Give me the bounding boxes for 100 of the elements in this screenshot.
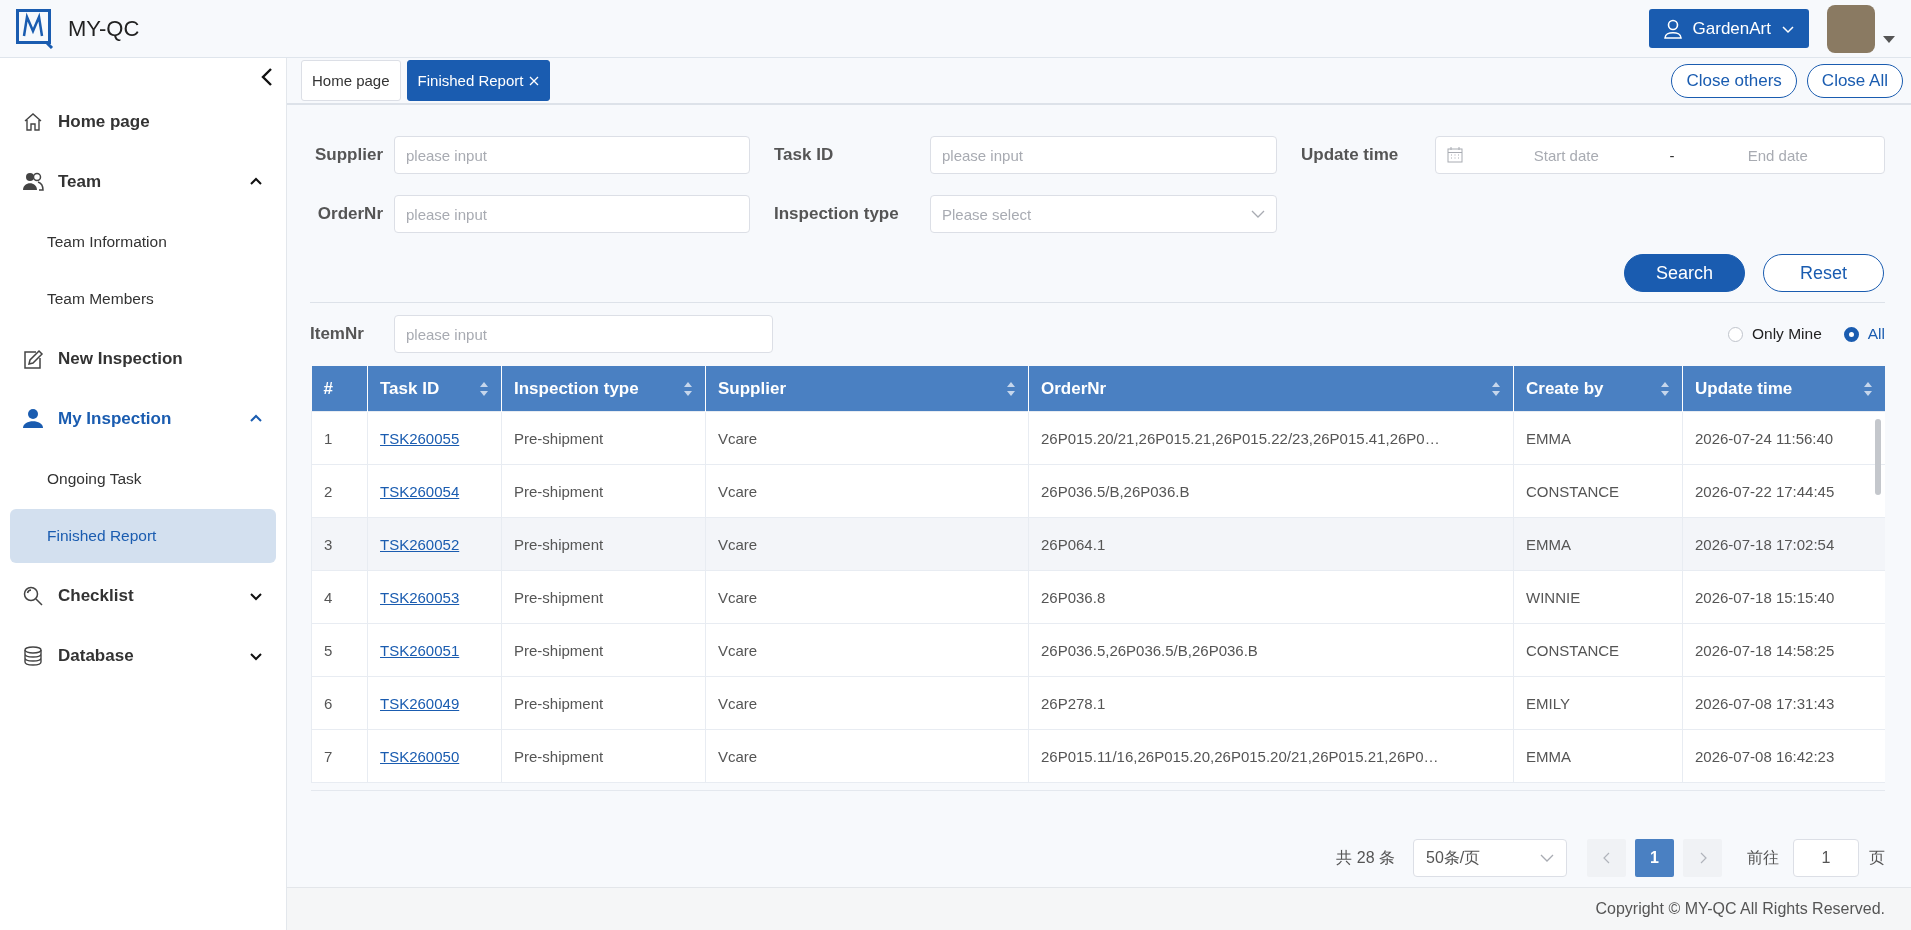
field-label: Supplier bbox=[315, 145, 383, 165]
table-cell: Pre-shipment bbox=[501, 676, 706, 730]
table-row[interactable]: 7 TSK260050 Pre-shipment Vcare 26P015.11/16,26P015.20,26P015.20/21,26P015.21,26P0… EMMA 2026-07-08 16:42:23 bbox=[311, 729, 1885, 783]
table-cell: 1 bbox=[311, 411, 368, 465]
input-field[interactable]: please input bbox=[394, 136, 750, 174]
task-link[interactable]: TSK260050 bbox=[380, 747, 460, 765]
table-cell: 5 bbox=[311, 623, 368, 677]
tab[interactable]: Home page bbox=[301, 60, 401, 101]
table-cell: 2 bbox=[311, 464, 368, 518]
table-row[interactable]: 1 TSK260055 Pre-shipment Vcare 26P015.20/21,26P015.21,26P015.22/23,26P015.41,26P0… EMMA 2026-07-24 11:56:40 bbox=[311, 411, 1885, 465]
table-cell: Pre-shipment bbox=[501, 411, 706, 465]
table-cell: 26P015.11/16,26P015.20,26P015.20/21,26P015.21,26P0… bbox=[1028, 729, 1514, 783]
table-cell: 7 bbox=[311, 729, 368, 783]
column-header[interactable]: Inspection type bbox=[501, 366, 706, 412]
database-icon bbox=[22, 645, 44, 667]
home-icon bbox=[22, 111, 44, 133]
people-icon bbox=[22, 171, 44, 193]
input-field[interactable]: please input bbox=[394, 315, 773, 353]
sort-icon bbox=[1863, 380, 1873, 397]
column-header[interactable]: Update time bbox=[1682, 366, 1885, 412]
table-cell: 26P278.1 bbox=[1028, 676, 1514, 730]
table-cell: 4 bbox=[311, 570, 368, 624]
table-cell: 2026-07-24 11:56:40 bbox=[1682, 411, 1885, 465]
reset-button[interactable]: Reset bbox=[1763, 254, 1884, 292]
field-label: Inspection type bbox=[774, 204, 899, 224]
page-button[interactable]: 1 bbox=[1635, 839, 1674, 877]
tab-action-button[interactable]: Close All bbox=[1806, 63, 1903, 98]
search-button[interactable]: Search bbox=[1624, 254, 1745, 292]
page-size-select[interactable]: 50条/页 bbox=[1413, 839, 1567, 877]
sidebar-item[interactable]: My Inspection bbox=[10, 389, 276, 449]
sidebar-subitem[interactable]: Finished Report bbox=[10, 509, 276, 563]
sidebar-item[interactable]: Checklist bbox=[10, 566, 276, 626]
table-cell: CONSTANCE bbox=[1513, 464, 1683, 518]
column-header[interactable]: Task ID bbox=[367, 366, 502, 412]
goto-label: 前往 bbox=[1747, 847, 1779, 868]
table-cell: Pre-shipment bbox=[501, 729, 706, 783]
task-link[interactable]: TSK260052 bbox=[380, 535, 460, 553]
sidebar-item[interactable]: New Inspection bbox=[10, 329, 276, 389]
column-header: # bbox=[311, 366, 368, 412]
table-cell: WINNIE bbox=[1513, 570, 1683, 624]
field-label: Task ID bbox=[774, 145, 834, 165]
column-header[interactable]: Supplier bbox=[705, 366, 1029, 412]
avatar-photo-placeholder[interactable] bbox=[1827, 4, 1875, 53]
table-cell: Vcare bbox=[705, 729, 1029, 783]
input-field[interactable]: please input bbox=[394, 195, 750, 233]
table-cell: 26P064.1 bbox=[1028, 517, 1514, 571]
total-count: 共 28 条 bbox=[1336, 847, 1395, 868]
table-cell: Vcare bbox=[705, 623, 1029, 677]
sidebar-subitem[interactable]: Team Members bbox=[10, 272, 276, 326]
table-cell: CONSTANCE bbox=[1513, 623, 1683, 677]
task-link[interactable]: TSK260053 bbox=[380, 588, 460, 606]
task-link[interactable]: TSK260051 bbox=[380, 641, 460, 659]
table-cell: 26P036.8 bbox=[1028, 570, 1514, 624]
table-cell: Vcare bbox=[705, 411, 1029, 465]
search-icon bbox=[22, 585, 44, 607]
table-cell: 6 bbox=[311, 676, 368, 730]
table-cell: Pre-shipment bbox=[501, 623, 706, 677]
field-label: OrderNr bbox=[317, 204, 383, 224]
field-label: ItemNr bbox=[310, 324, 365, 344]
date-range-field[interactable]: Start date - End date bbox=[1435, 136, 1885, 174]
sort-icon bbox=[1491, 380, 1501, 397]
column-header[interactable]: Create by bbox=[1513, 366, 1683, 412]
table-cell: 26P036.5,26P036.5/B,26P036.B bbox=[1028, 623, 1514, 677]
sidebar-subitem[interactable]: Team Information bbox=[10, 215, 276, 269]
previous-page-button[interactable] bbox=[1587, 839, 1626, 877]
page-number-field[interactable]: 1 bbox=[1793, 839, 1859, 877]
table-cell: Vcare bbox=[705, 676, 1029, 730]
sidebar-item[interactable]: Home page bbox=[10, 92, 276, 152]
next-page-button[interactable] bbox=[1683, 839, 1722, 877]
person-icon bbox=[22, 408, 44, 430]
column-header[interactable]: OrderNr bbox=[1028, 366, 1514, 412]
sort-icon bbox=[1006, 380, 1016, 397]
tab[interactable]: Finished Report bbox=[406, 60, 551, 101]
sidebar-item[interactable]: Database bbox=[10, 626, 276, 686]
table-cell: 2026-07-22 17:44:45 bbox=[1682, 464, 1885, 518]
table-cell: 26P036.5/B,26P036.B bbox=[1028, 464, 1514, 518]
task-link[interactable]: TSK260054 bbox=[380, 482, 460, 500]
tab-action-button[interactable]: Close others bbox=[1671, 63, 1797, 98]
sidebar-item[interactable]: Team bbox=[10, 152, 276, 212]
table-cell: Pre-shipment bbox=[501, 570, 706, 624]
input-field[interactable]: please input bbox=[930, 136, 1277, 174]
table-row[interactable]: 4 TSK260053 Pre-shipment Vcare 26P036.8 WINNIE 2026-07-18 15:15:40 bbox=[311, 570, 1885, 624]
task-link[interactable]: TSK260049 bbox=[380, 694, 460, 712]
scrollbar-thumb[interactable] bbox=[1875, 419, 1881, 495]
page-suffix-label: 页 bbox=[1869, 847, 1885, 868]
radio-option[interactable]: All bbox=[1843, 325, 1885, 343]
table-row[interactable]: 3 TSK260052 Pre-shipment Vcare 26P064.1 EMMA 2026-07-18 17:02:54 bbox=[311, 517, 1885, 571]
user-menu-button[interactable]: GardenArt bbox=[1648, 9, 1809, 48]
caret-down-icon bbox=[1883, 35, 1895, 44]
table-row[interactable]: 6 TSK260049 Pre-shipment Vcare 26P278.1 EMILY 2026-07-08 17:31:43 bbox=[311, 676, 1885, 730]
table-row[interactable]: 5 TSK260051 Pre-shipment Vcare 26P036.5,26P036.5/B,26P036.B CONSTANCE 2026-07-18 14:58:25 bbox=[311, 623, 1885, 677]
sidebar-subitem[interactable]: Ongoing Task bbox=[10, 452, 276, 506]
table-cell: EMMA bbox=[1513, 517, 1683, 571]
table-cell: 3 bbox=[311, 517, 368, 571]
task-link[interactable]: TSK260055 bbox=[380, 429, 460, 447]
table-cell: Vcare bbox=[705, 517, 1029, 571]
table-cell: 2026-07-08 17:31:43 bbox=[1682, 676, 1885, 730]
table-cell: 2026-07-18 14:58:25 bbox=[1682, 623, 1885, 677]
table-row[interactable]: 2 TSK260054 Pre-shipment Vcare 26P036.5/B,26P036.B CONSTANCE 2026-07-22 17:44:45 bbox=[311, 464, 1885, 518]
radio-option[interactable]: Only Mine bbox=[1728, 325, 1822, 343]
